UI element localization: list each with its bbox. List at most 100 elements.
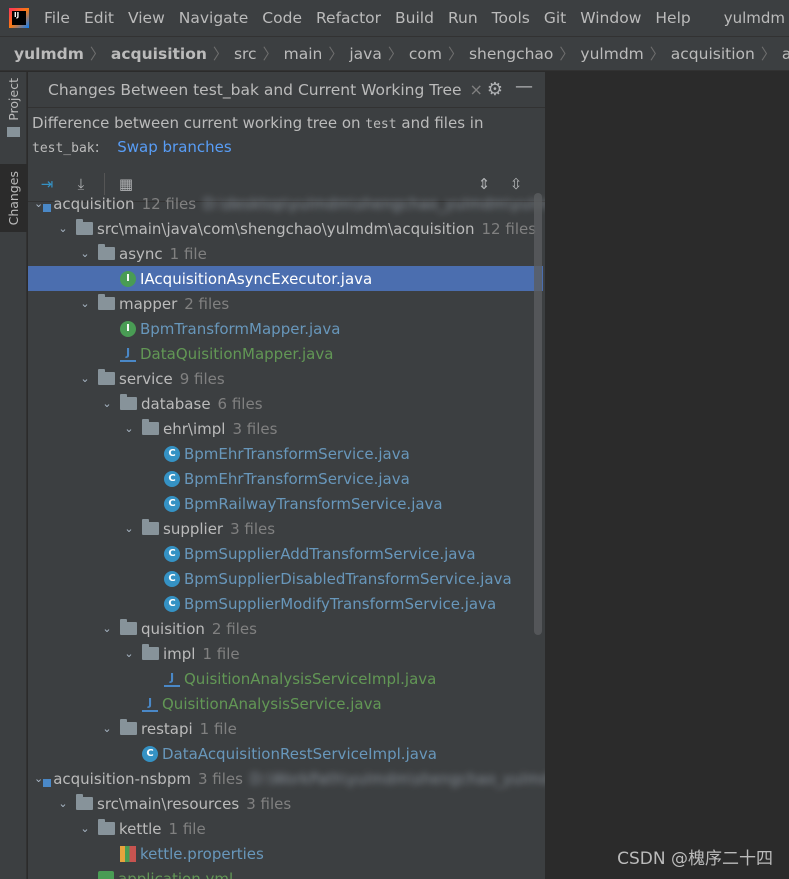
chevron-down-icon[interactable]: ⌄ bbox=[122, 647, 136, 660]
gear-icon[interactable]: ⚙ bbox=[487, 79, 503, 100]
chevron-down-icon[interactable]: ⌄ bbox=[78, 372, 92, 385]
folder-icon bbox=[76, 794, 93, 810]
tree-row[interactable]: J QuisitionAnalysisService.java bbox=[28, 691, 543, 716]
panel-description: Difference between current working tree … bbox=[28, 108, 545, 160]
tree-row[interactable]: ⌄ supplier 3 files bbox=[28, 516, 543, 541]
chevron-down-icon[interactable]: ⌄ bbox=[100, 622, 114, 635]
tree-row[interactable]: I BpmTransformMapper.java bbox=[28, 316, 543, 341]
chevron-down-icon[interactable]: ⌄ bbox=[78, 822, 92, 835]
tree-row[interactable]: J DataQuisitionMapper.java bbox=[28, 341, 543, 366]
tree-row[interactable]: ⌄ service 9 files bbox=[28, 366, 543, 391]
tree-row[interactable]: ⌄ kettle 1 file bbox=[28, 816, 543, 841]
menu-code[interactable]: Code bbox=[262, 9, 302, 27]
folder-icon bbox=[7, 126, 20, 137]
breadcrumb-item[interactable]: async bbox=[782, 45, 789, 63]
menu-file[interactable]: File bbox=[44, 9, 70, 27]
breadcrumb-separator-icon: 〉 bbox=[447, 45, 463, 63]
breadcrumb-item[interactable]: acquisition bbox=[111, 45, 207, 63]
chevron-down-icon[interactable]: ⌄ bbox=[56, 797, 70, 810]
java-file-icon: J bbox=[164, 671, 180, 687]
tree-row[interactable]: C BpmSupplierModifyTransformService.java bbox=[28, 591, 543, 616]
tree-row[interactable]: ⌄ mapper 2 files bbox=[28, 291, 543, 316]
tree-row[interactable]: C DataAcquisitionRestServiceImpl.java bbox=[28, 741, 543, 766]
folder-icon bbox=[98, 244, 115, 260]
chevron-down-icon[interactable]: ⌄ bbox=[100, 722, 114, 735]
tree-row[interactable]: C BpmRailwayTransformService.java bbox=[28, 491, 543, 516]
chevron-down-icon[interactable]: ⌄ bbox=[78, 297, 92, 310]
changes-tree: ⌄ acquisition 12 files D:\desktop\yulmdm\sh… bbox=[28, 191, 545, 879]
breadcrumb-item[interactable]: java bbox=[349, 45, 381, 63]
tree-row[interactable]: ⌄ impl 1 file bbox=[28, 641, 543, 666]
tree-item-name: BpmSupplierAddTransformService.java bbox=[184, 544, 476, 563]
tree-row[interactable]: ⌄ src\main\resources 3 files bbox=[28, 791, 543, 816]
menu-edit[interactable]: Edit bbox=[84, 9, 114, 27]
menu-navigate[interactable]: Navigate bbox=[179, 9, 249, 27]
breadcrumb-item[interactable]: main bbox=[284, 45, 323, 63]
intellij-logo-icon: IJ bbox=[9, 8, 29, 28]
tree-row[interactable]: C BpmEhrTransformService.java bbox=[28, 441, 543, 466]
breadcrumb-item[interactable]: acquisition bbox=[671, 45, 755, 63]
menu-tools[interactable]: Tools bbox=[492, 9, 530, 27]
tree-item-name: acquisition-nsbpm bbox=[53, 769, 191, 788]
chevron-down-icon[interactable]: ⌄ bbox=[122, 422, 136, 435]
tree-row[interactable]: ⌄ quisition 2 files bbox=[28, 616, 543, 641]
tree-row[interactable]: ⌄ acquisition 12 files D:\desktop\yulmdm\sh… bbox=[28, 191, 545, 216]
tree-row[interactable]: ⌄ async 1 file bbox=[28, 241, 543, 266]
class-icon: C bbox=[164, 570, 180, 587]
file-count: 3 files bbox=[230, 519, 276, 538]
breadcrumb-item[interactable]: yulmdm bbox=[580, 45, 643, 63]
folder-icon bbox=[98, 369, 115, 385]
tree-row[interactable]: ⌄ src\main\java\com\shengchao\yulmdm\acqu… bbox=[28, 216, 543, 241]
breadcrumb-separator-icon: 〉 bbox=[328, 45, 344, 63]
project-tool-button[interactable]: Project bbox=[0, 78, 27, 162]
chevron-down-icon[interactable]: ⌄ bbox=[34, 197, 43, 210]
tree-row[interactable]: C BpmSupplierDisabledTransformService.jav… bbox=[28, 566, 543, 591]
module-path: D:\WorkPath\yulmdm\shengchao_yulmdm\ bbox=[249, 769, 545, 788]
tree-row[interactable]: ⌄ acquisition-nsbpm 3 files D:\WorkPath\yul… bbox=[28, 766, 545, 791]
menu-help[interactable]: Help bbox=[655, 9, 690, 27]
folder-icon bbox=[142, 519, 159, 535]
changes-tool-button[interactable]: Changes bbox=[0, 164, 27, 232]
tree-row[interactable]: application.yml bbox=[28, 866, 543, 879]
menu-refactor[interactable]: Refactor bbox=[316, 9, 381, 27]
tree-item-name: IAcquisitionAsyncExecutor.java bbox=[140, 269, 373, 288]
tree-row[interactable]: kettle.properties bbox=[28, 841, 543, 866]
tree-row[interactable]: ⌄ database 6 files bbox=[28, 391, 543, 416]
chevron-down-icon[interactable]: ⌄ bbox=[56, 222, 70, 235]
menu-view[interactable]: View bbox=[128, 9, 165, 27]
menu-build[interactable]: Build bbox=[395, 9, 434, 27]
tree-row[interactable]: J QuisitionAnalysisServiceImpl.java bbox=[28, 666, 543, 691]
tree-row[interactable]: ⌄ restapi 1 file bbox=[28, 716, 543, 741]
panel-title: Changes Between test_bak and Current Wor… bbox=[48, 80, 462, 99]
file-count: 1 file bbox=[202, 644, 240, 663]
breadcrumb-separator-icon: 〉 bbox=[760, 45, 776, 63]
file-count: 1 file bbox=[168, 819, 206, 838]
close-tab-icon[interactable]: × bbox=[470, 80, 483, 99]
breadcrumb-item[interactable]: shengchao bbox=[469, 45, 553, 63]
breadcrumb-item[interactable]: src bbox=[234, 45, 257, 63]
changes-panel: Changes Between test_bak and Current Wor… bbox=[28, 72, 545, 879]
chevron-down-icon[interactable]: ⌄ bbox=[122, 522, 136, 535]
menu-window[interactable]: Window bbox=[580, 9, 641, 27]
tree-item-name: BpmEhrTransformService.java bbox=[184, 469, 410, 488]
breadcrumb-item[interactable]: com bbox=[409, 45, 442, 63]
tree-row[interactable]: ⌄ ehr\impl 3 files bbox=[28, 416, 543, 441]
breadcrumb-separator-icon: 〉 bbox=[262, 45, 278, 63]
tree-row[interactable]: C BpmSupplierAddTransformService.java bbox=[28, 541, 543, 566]
interface-icon: I bbox=[120, 320, 136, 337]
minimize-icon[interactable]: — bbox=[515, 76, 533, 97]
chevron-down-icon[interactable]: ⌄ bbox=[78, 247, 92, 260]
breadcrumb-separator-icon: 〉 bbox=[559, 45, 575, 63]
desc-prefix: Difference between current working tree … bbox=[32, 114, 361, 132]
tree-row[interactable]: I IAcquisitionAsyncExecutor.java bbox=[28, 266, 543, 291]
breadcrumb-item[interactable]: yulmdm bbox=[14, 45, 84, 63]
menu-run[interactable]: Run bbox=[448, 9, 478, 27]
tree-scrollbar[interactable] bbox=[534, 193, 542, 635]
yml-file-icon bbox=[98, 870, 114, 879]
chevron-down-icon[interactable]: ⌄ bbox=[34, 772, 43, 785]
tree-item-name: database bbox=[141, 394, 211, 413]
swap-branches-link[interactable]: Swap branches bbox=[117, 138, 231, 156]
chevron-down-icon[interactable]: ⌄ bbox=[100, 397, 114, 410]
menu-git[interactable]: Git bbox=[544, 9, 566, 27]
tree-row[interactable]: C BpmEhrTransformService.java bbox=[28, 466, 543, 491]
